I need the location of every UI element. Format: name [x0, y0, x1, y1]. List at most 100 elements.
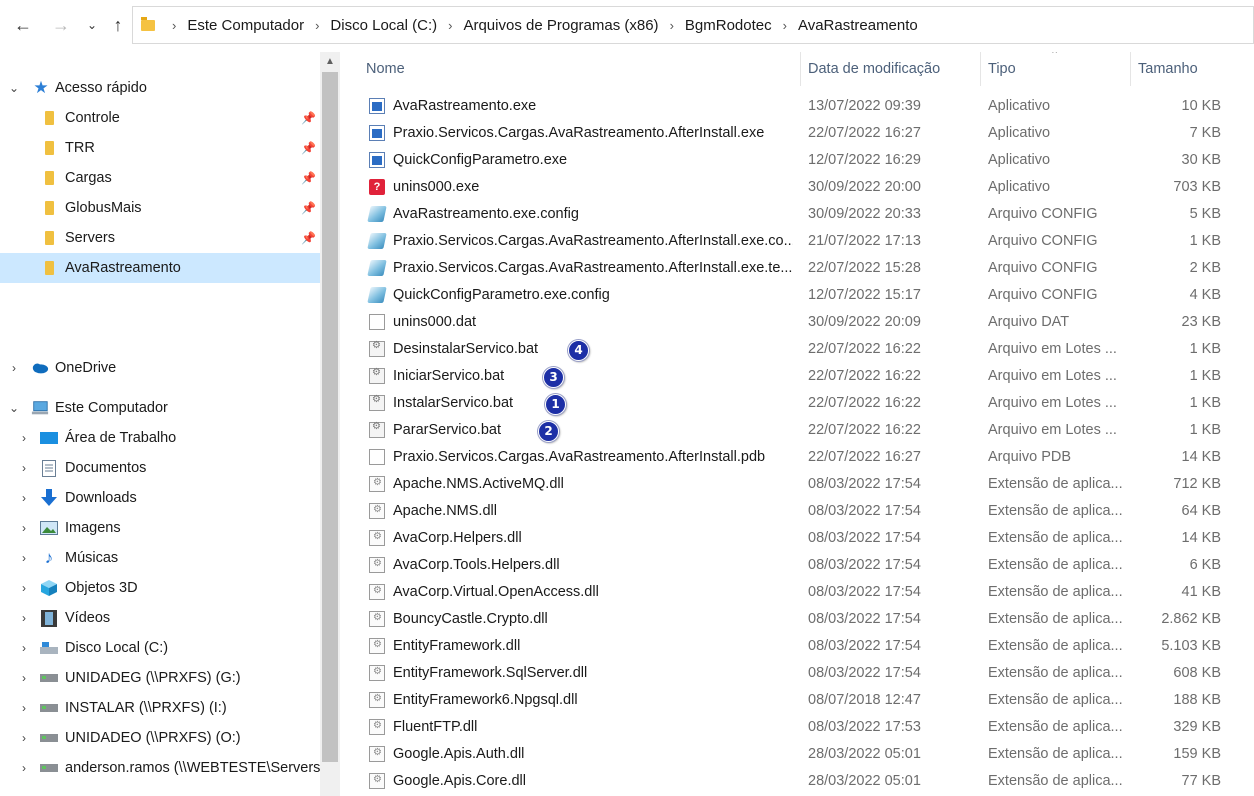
file-row[interactable]: PararServico.bat 22/07/2022 16:22 Arquivo … — [366, 417, 1254, 444]
file-row[interactable]: AvaCorp.Tools.Helpers.dll 08/03/2022 17:5… — [366, 552, 1254, 579]
column-divider[interactable] — [1130, 52, 1131, 86]
nav-item-avarastreamento[interactable]: AvaRastreamento — [0, 253, 320, 283]
chevron-right-icon[interactable]: › — [17, 701, 31, 715]
file-row[interactable]: EntityFramework.SqlServer.dll 08/03/2022 … — [366, 660, 1254, 687]
nav-item-videos[interactable]: › Vídeos — [0, 603, 320, 633]
nav-item-drive-o[interactable]: › UNIDADEO (\\PRXFS) (O:) — [0, 723, 320, 753]
nav-item-documents[interactable]: › Documentos — [0, 453, 320, 483]
column-header-name[interactable]: Nome — [366, 52, 405, 86]
file-row[interactable]: AvaRastreamento.exe 13/07/2022 09:39 Aplic… — [366, 93, 1254, 120]
up-arrow-icon[interactable]: ↑ — [106, 12, 130, 38]
file-row[interactable]: IniciarServico.bat 22/07/2022 16:22 Arquiv… — [366, 363, 1254, 390]
scroll-up-arrow-icon[interactable]: ▲ — [320, 52, 340, 72]
chevron-right-icon[interactable]: › — [17, 641, 31, 655]
nav-item-controle[interactable]: Controle 📌 — [0, 103, 320, 133]
pin-icon[interactable]: 📌 — [301, 111, 316, 125]
chevron-right-icon[interactable]: › — [7, 361, 21, 375]
file-row[interactable]: AvaCorp.Helpers.dll 08/03/2022 17:54 Exten… — [366, 525, 1254, 552]
file-type: Extensão de aplica... — [988, 773, 1123, 789]
column-header-date[interactable]: Data de modificação — [808, 52, 940, 86]
file-row[interactable]: QuickConfigParametro.exe 12/07/2022 16:29… — [366, 147, 1254, 174]
breadcrumb-item[interactable]: Arquivos de Programas (x86) — [463, 17, 658, 34]
nav-item-local-disk[interactable]: › Disco Local (C:) — [0, 633, 320, 663]
chevron-right-icon[interactable]: › — [172, 18, 176, 33]
file-row[interactable]: Praxio.Servicos.Cargas.AvaRastreamento.A… — [366, 228, 1254, 255]
chevron-right-icon[interactable]: › — [448, 18, 452, 33]
chevron-right-icon[interactable]: › — [783, 18, 787, 33]
pin-icon[interactable]: 📌 — [301, 171, 316, 185]
nav-item-drive-i[interactable]: › INSTALAR (\\PRXFS) (I:) — [0, 693, 320, 723]
file-row[interactable]: Google.Apis.Core.dll 28/03/2022 05:01 Exte… — [366, 768, 1254, 795]
chevron-right-icon[interactable]: › — [670, 18, 674, 33]
chevron-right-icon[interactable]: › — [17, 491, 31, 505]
file-row[interactable]: EntityFramework.dll 08/03/2022 17:54 Exten… — [366, 633, 1254, 660]
chevron-down-icon[interactable]: ⌄ — [7, 401, 21, 415]
file-row[interactable]: ? unins000.exe 30/09/2022 20:00 Aplicativo 7… — [366, 174, 1254, 201]
chevron-down-icon[interactable]: ⌄ — [7, 81, 21, 95]
nav-item-drive-g[interactable]: › UNIDADEG (\\PRXFS) (G:) — [0, 663, 320, 693]
file-row[interactable]: Apache.NMS.dll 08/03/2022 17:54 Extensão d… — [366, 498, 1254, 525]
column-header-size[interactable]: Tamanho — [1138, 52, 1198, 86]
file-row[interactable]: FluentFTP.dll 08/03/2022 17:53 Extensão de… — [366, 714, 1254, 741]
file-row[interactable]: Apache.NMS.ActiveMQ.dll 08/03/2022 17:54 E… — [366, 471, 1254, 498]
breadcrumb-item[interactable]: Este Computador — [187, 17, 304, 34]
nav-item-globusmais[interactable]: GlobusMais 📌 — [0, 193, 320, 223]
breadcrumb-item[interactable]: BgmRodotec — [685, 17, 772, 34]
file-name: DesinstalarServico.bat — [393, 341, 539, 357]
file-row[interactable]: InstalarServico.bat 22/07/2022 16:22 Arqui… — [366, 390, 1254, 417]
file-row[interactable]: AvaCorp.Virtual.OpenAccess.dll 08/03/2022… — [366, 579, 1254, 606]
file-row[interactable]: Google.Apis.Auth.dll 28/03/2022 05:01 Exte… — [366, 741, 1254, 768]
nav-onedrive[interactable]: › OneDrive — [0, 353, 320, 383]
nav-item-trr[interactable]: TRR 📌 — [0, 133, 320, 163]
chevron-right-icon[interactable]: › — [17, 731, 31, 745]
nav-item-cargas[interactable]: Cargas 📌 — [0, 163, 320, 193]
address-bar[interactable]: › Este Computador › Disco Local (C:) › A… — [132, 6, 1254, 44]
nav-label: Downloads — [65, 490, 137, 506]
chevron-right-icon[interactable]: › — [17, 581, 31, 595]
nav-quick-access[interactable]: ⌄ ★ Acesso rápido — [0, 73, 320, 103]
nav-item-desktop[interactable]: › Área de Trabalho — [0, 423, 320, 453]
file-row[interactable]: DesinstalarServico.bat 22/07/2022 16:22 Ar… — [366, 336, 1254, 363]
chevron-right-icon[interactable]: › — [17, 521, 31, 535]
forward-arrow-icon[interactable]: → — [49, 12, 73, 38]
column-header-type[interactable]: Tipo — [988, 52, 1016, 86]
nav-item-pictures[interactable]: › Imagens — [0, 513, 320, 543]
file-row[interactable]: Praxio.Servicos.Cargas.AvaRastreamento.A… — [366, 120, 1254, 147]
file-date: 13/07/2022 09:39 — [808, 98, 921, 114]
file-row[interactable]: BouncyCastle.Crypto.dll 08/03/2022 17:54 E… — [366, 606, 1254, 633]
nav-item-3d-objects[interactable]: › Objetos 3D — [0, 573, 320, 603]
file-type: Extensão de aplica... — [988, 530, 1123, 546]
column-divider[interactable] — [800, 52, 801, 86]
chevron-right-icon[interactable]: › — [17, 611, 31, 625]
file-row[interactable]: AvaRastreamento.exe.config 30/09/2022 20:… — [366, 201, 1254, 228]
nav-item-servers[interactable]: Servers 📌 — [0, 223, 320, 253]
chevron-right-icon[interactable]: › — [315, 18, 319, 33]
scrollbar-thumb[interactable] — [322, 72, 338, 762]
file-row[interactable]: QuickConfigParametro.exe.config 12/07/202… — [366, 282, 1254, 309]
file-size: 14 KB — [1181, 449, 1222, 465]
pin-icon[interactable]: 📌 — [301, 201, 316, 215]
file-row[interactable]: EntityFramework6.Npgsql.dll 08/07/2018 12… — [366, 687, 1254, 714]
pin-icon[interactable]: 📌 — [301, 231, 316, 245]
nav-item-webteste-servers[interactable]: › anderson.ramos (\\WEBTESTE\Servers) — [0, 753, 320, 783]
breadcrumb-item[interactable]: AvaRastreamento — [798, 17, 918, 34]
recent-locations-chevron-icon[interactable]: ⌄ — [80, 12, 104, 38]
chevron-right-icon[interactable]: › — [17, 551, 31, 565]
chevron-right-icon[interactable]: › — [17, 671, 31, 685]
nav-scrollbar[interactable]: ▲ — [320, 52, 340, 796]
back-arrow-icon[interactable]: ← — [11, 12, 35, 38]
pin-icon[interactable]: 📌 — [301, 141, 316, 155]
chevron-right-icon[interactable]: › — [17, 461, 31, 475]
navigation-pane: ⌄ ★ Acesso rápido Controle 📌 TRR 📌 Carga… — [0, 52, 320, 796]
nav-item-music[interactable]: › ♪ Músicas — [0, 543, 320, 573]
chevron-right-icon[interactable]: › — [17, 431, 31, 445]
file-row[interactable]: Praxio.Servicos.Cargas.AvaRastreamento.A… — [366, 255, 1254, 282]
chevron-right-icon[interactable]: › — [17, 761, 31, 775]
nav-item-downloads[interactable]: › Downloads — [0, 483, 320, 513]
column-divider[interactable] — [980, 52, 981, 86]
nav-this-pc[interactable]: ⌄ Este Computador — [0, 393, 320, 423]
file-row[interactable]: unins000.dat 30/09/2022 20:09 Arquivo DAT 2… — [366, 309, 1254, 336]
blank-file-icon — [369, 449, 385, 465]
breadcrumb-item[interactable]: Disco Local (C:) — [330, 17, 437, 34]
file-row[interactable]: Praxio.Servicos.Cargas.AvaRastreamento.A… — [366, 444, 1254, 471]
